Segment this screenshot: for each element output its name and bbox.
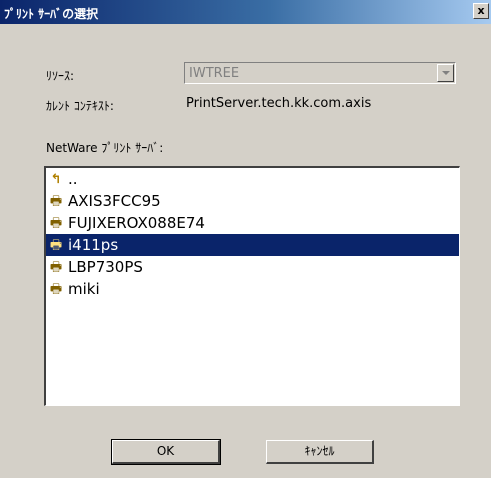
cancel-button[interactable]: ｷｬﾝｾﾙ	[266, 440, 374, 464]
close-button[interactable]: x	[473, 3, 489, 19]
title-bar[interactable]: ﾌﾟﾘﾝﾄ ｻｰﾊﾞの選択 x	[0, 0, 491, 24]
context-value: PrintServer.tech.kk.com.axis	[186, 96, 372, 111]
resource-value: IWTREE	[189, 66, 240, 81]
list-item-lbp730ps[interactable]: 🖶 LBP730PS	[46, 256, 459, 278]
printer-icon: 🖶	[49, 215, 63, 231]
list-item-label: LBP730PS	[68, 258, 143, 276]
print-server-listbox[interactable]: ↰.. 🖶 AXIS3FCC95 🖶 FUJIXEROX088E74 🖶 i411ps…	[44, 166, 460, 406]
list-item-label: ..	[68, 170, 78, 188]
resource-combobox[interactable]: IWTREE	[184, 62, 456, 84]
resource-label: ﾘｿｰｽ:	[46, 69, 75, 83]
printer-icon: 🖶	[49, 259, 63, 275]
printer-icon: 🖶	[49, 193, 63, 209]
list-item-label: FUJIXEROX088E74	[68, 214, 205, 232]
cancel-button-label: ｷｬﾝｾﾙ	[304, 444, 335, 458]
printer-icon: 🖶	[49, 281, 63, 297]
list-item-axis3fcc95[interactable]: 🖶 AXIS3FCC95	[46, 190, 459, 212]
list-item-miki[interactable]: 🖶 miki	[46, 278, 459, 300]
list-item-parent[interactable]: ↰..	[46, 168, 459, 190]
ok-button-label: OK	[156, 444, 175, 458]
list-item-fujixerox088e74[interactable]: 🖶 FUJIXEROX088E74	[46, 212, 459, 234]
list-item-label: i411ps	[68, 236, 119, 254]
server-list-label: NetWare ﾌﾟﾘﾝﾄ ｻｰﾊﾞ:	[46, 141, 164, 155]
list-item-label: miki	[68, 280, 100, 298]
ok-button[interactable]: OK	[111, 439, 221, 465]
printer-icon: 🖶	[49, 237, 63, 253]
window-title: ﾌﾟﾘﾝﾄ ｻｰﾊﾞの選択	[4, 7, 99, 21]
list-item-label: AXIS3FCC95	[68, 192, 161, 210]
up-folder-icon: ↰	[50, 171, 62, 187]
context-label: ｶﾚﾝﾄ ｺﾝﾃｷｽﾄ:	[46, 99, 114, 113]
chevron-down-icon[interactable]	[437, 64, 454, 82]
list-item-i411ps[interactable]: 🖶 i411ps	[46, 234, 459, 256]
close-icon: x	[477, 4, 485, 17]
